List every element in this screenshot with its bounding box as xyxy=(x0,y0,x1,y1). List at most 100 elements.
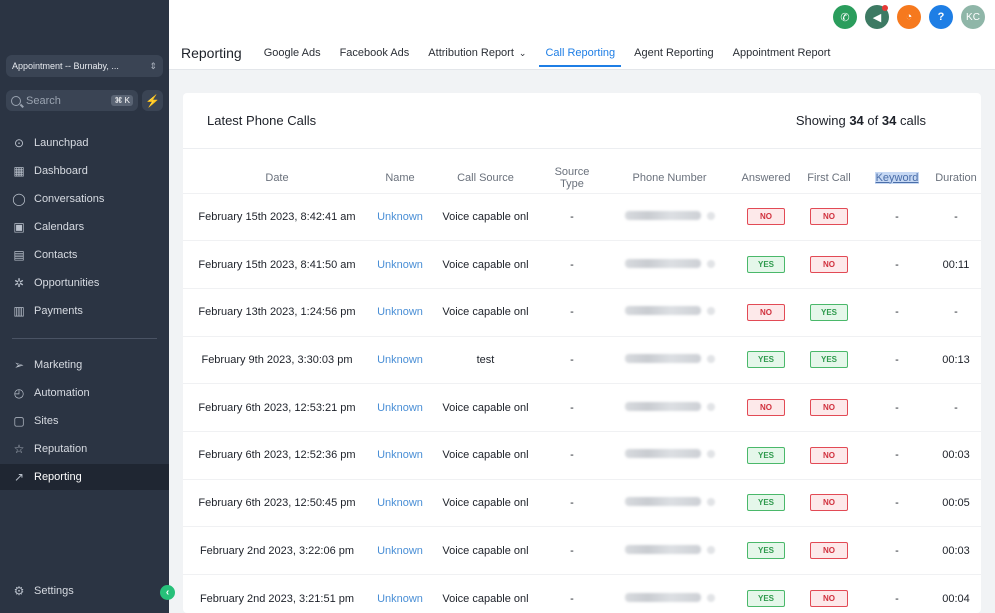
sidebar-item-reporting[interactable]: ↗ Reporting xyxy=(0,464,169,490)
tab-label: Attribution Report xyxy=(428,47,514,59)
contact-name-link[interactable]: Unknown xyxy=(377,402,423,414)
location-selector[interactable]: Appointment -- Burnaby, ... ⇕ xyxy=(6,55,163,77)
contact-name-link[interactable]: Unknown xyxy=(377,354,423,366)
contact-name-link[interactable]: Unknown xyxy=(377,593,423,605)
keyword-text: - xyxy=(895,353,899,366)
answered-badge: YES xyxy=(747,542,785,560)
cell-phone xyxy=(602,478,737,527)
contact-name-link[interactable]: Unknown xyxy=(377,545,423,557)
reporting-tabs: Reporting Google Ads Facebook Ads Attrib… xyxy=(181,40,850,67)
sites-icon: ▢ xyxy=(13,414,25,428)
column-header-date[interactable]: Date xyxy=(183,163,371,193)
column-header-first-call[interactable]: First Call xyxy=(795,163,863,193)
tab-attribution-report[interactable]: Attribution Report ⌄ xyxy=(428,40,526,66)
column-header-keyword[interactable]: Keyword xyxy=(863,163,931,193)
sidebar-item-marketing[interactable]: ➢ Marketing xyxy=(0,352,169,378)
first-call-badge: NO xyxy=(810,590,848,608)
phone-icon[interactable]: ✆ xyxy=(833,5,857,29)
column-header-name[interactable]: Name xyxy=(371,163,429,193)
call-source-text: Voice capable onl xyxy=(442,401,529,414)
redacted-phone xyxy=(624,449,701,459)
cell-answered: YES xyxy=(737,478,795,527)
table-row[interactable]: February 6th 2023, 12:50:45 pm Unknown Voi… xyxy=(183,478,981,527)
avatar[interactable]: KC xyxy=(961,5,985,29)
cell-call-source: test xyxy=(429,335,542,384)
source-type-text: - xyxy=(570,258,574,271)
cell-keyword: - xyxy=(863,574,931,613)
megaphone-icon[interactable]: ◀ xyxy=(865,5,889,29)
column-header-answered[interactable]: Answered xyxy=(737,163,795,193)
cell-date: February 9th 2023, 3:30:03 pm xyxy=(183,335,371,384)
redacted-phone-extra xyxy=(706,307,715,316)
tab-agent-reporting[interactable]: Agent Reporting xyxy=(634,40,714,66)
first-call-badge: YES xyxy=(810,351,848,369)
table-row[interactable]: February 9th 2023, 3:30:03 pm Unknown test… xyxy=(183,335,981,384)
table-row[interactable]: February 6th 2023, 12:52:36 pm Unknown Voi… xyxy=(183,430,981,480)
date-text: February 6th 2023, 12:52:36 pm xyxy=(198,449,356,462)
sidebar-item-settings[interactable]: ⚙ Settings xyxy=(0,578,169,604)
redacted-phone-extra xyxy=(706,211,715,220)
lightning-icon[interactable]: ⚡ xyxy=(142,90,163,111)
header-actions: ✆ ◀ ◔ ? KC xyxy=(833,5,985,29)
keyword-text: - xyxy=(895,449,899,462)
answered-badge: NO xyxy=(747,303,785,321)
tab-google-ads[interactable]: Google Ads xyxy=(264,40,321,66)
first-call-badge: YES xyxy=(810,303,848,321)
cell-phone xyxy=(602,335,737,384)
contact-name-link[interactable]: Unknown xyxy=(377,449,423,461)
search-box[interactable]: Search ⌘ K xyxy=(6,90,138,111)
cell-answered: NO xyxy=(737,287,795,337)
bell-icon[interactable]: ◔ xyxy=(897,5,921,29)
grid-icon: ▦ xyxy=(13,164,25,178)
table-row[interactable]: February 13th 2023, 1:24:56 pm Unknown Voi… xyxy=(183,287,981,337)
column-header-call-source[interactable]: Call Source xyxy=(429,163,542,193)
sidebar-divider xyxy=(12,338,157,339)
column-header-source-type[interactable]: Source Type xyxy=(542,163,602,193)
collapse-sidebar-button[interactable]: ‹ xyxy=(160,585,175,600)
help-icon[interactable]: ? xyxy=(929,5,953,29)
sidebar-item-sites[interactable]: ▢ Sites xyxy=(0,408,169,434)
sidebar-item-label: Payments xyxy=(34,305,83,317)
table-row[interactable]: February 6th 2023, 12:53:21 pm Unknown Voi… xyxy=(183,383,981,432)
notification-dot xyxy=(882,5,888,11)
duration-text: 00:13 xyxy=(942,353,970,366)
contact-name-link[interactable]: Unknown xyxy=(377,211,423,223)
keyword-text: - xyxy=(895,401,899,414)
table-row[interactable]: February 15th 2023, 8:42:41 am Unknown Voi… xyxy=(183,192,981,241)
cell-source-type: - xyxy=(542,335,602,384)
cell-date: February 13th 2023, 1:24:56 pm xyxy=(183,287,371,337)
cell-duration: - xyxy=(931,383,981,432)
cell-phone xyxy=(602,574,737,613)
contact-name-link[interactable]: Unknown xyxy=(377,306,423,318)
sidebar-item-contacts[interactable]: ▤ Contacts xyxy=(0,242,169,268)
sidebar-item-launchpad[interactable]: ⊙ Launchpad xyxy=(0,130,169,156)
column-header-phone[interactable]: Phone Number xyxy=(602,163,737,193)
rocket-icon: ⊙ xyxy=(13,136,25,150)
tab-facebook-ads[interactable]: Facebook Ads xyxy=(340,40,410,66)
sidebar-item-reputation[interactable]: ☆ Reputation xyxy=(0,436,169,462)
sidebar-item-calendars[interactable]: ▣ Calendars xyxy=(0,214,169,240)
contact-name-link[interactable]: Unknown xyxy=(377,259,423,271)
sidebar-item-payments[interactable]: ▥ Payments xyxy=(0,298,169,324)
call-source-text: Voice capable onl xyxy=(442,544,529,557)
sidebar-item-automation[interactable]: ◴ Automation xyxy=(0,380,169,406)
cell-answered: YES xyxy=(737,240,795,289)
redacted-phone-extra xyxy=(706,259,715,268)
table-row[interactable]: February 2nd 2023, 3:21:51 pm Unknown Voic… xyxy=(183,574,981,613)
tab-appointment-report[interactable]: Appointment Report xyxy=(733,40,831,66)
duration-text: 00:03 xyxy=(942,544,970,557)
sidebar-item-dashboard[interactable]: ▦ Dashboard xyxy=(0,158,169,184)
call-source-text: Voice capable onl xyxy=(442,496,529,509)
table-row[interactable]: February 2nd 2023, 3:22:06 pm Unknown Voic… xyxy=(183,526,981,575)
cell-keyword: - xyxy=(863,287,931,337)
contacts-icon: ▤ xyxy=(13,248,25,262)
contact-name-link[interactable]: Unknown xyxy=(377,497,423,509)
sidebar-item-conversations[interactable]: ◯ Conversations xyxy=(0,186,169,212)
column-header-duration[interactable]: Duration xyxy=(931,163,981,193)
tab-call-reporting[interactable]: Call Reporting xyxy=(539,40,621,67)
cell-duration: 00:11 xyxy=(931,240,981,289)
table-row[interactable]: February 15th 2023, 8:41:50 am Unknown Voi… xyxy=(183,240,981,289)
calls-table: Date Name Call Source Source Type Phone … xyxy=(183,163,981,613)
calls-count: Showing 34 of 34 calls xyxy=(796,113,926,128)
sidebar-item-opportunities[interactable]: ✲ Opportunities xyxy=(0,270,169,296)
